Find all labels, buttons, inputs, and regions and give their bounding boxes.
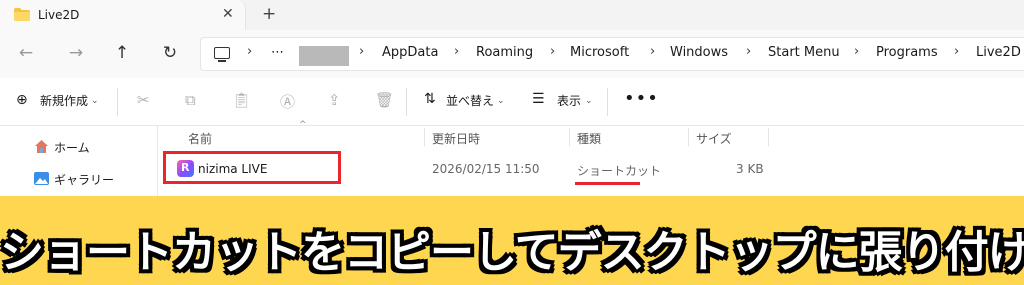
view-icon: ☰ bbox=[532, 91, 545, 107]
column-divider[interactable] bbox=[688, 128, 689, 146]
new-tab-button[interactable]: + bbox=[262, 4, 276, 24]
chevron-right-icon[interactable]: › bbox=[954, 44, 959, 59]
chevron-right-icon[interactable]: › bbox=[247, 44, 252, 59]
tab-live2d[interactable]: Live2D ✕ bbox=[0, 0, 246, 30]
instruction-banner: ショートカットをコピーしてデスクトップに張り付け bbox=[0, 196, 1024, 285]
folder-icon bbox=[14, 8, 30, 21]
tab-title: Live2D bbox=[38, 8, 80, 22]
breadcrumb-windows[interactable]: Windows bbox=[670, 45, 728, 60]
breadcrumb-appdata[interactable]: AppData bbox=[382, 45, 438, 60]
chevron-down-icon[interactable]: ⌄ bbox=[497, 96, 505, 106]
navigation-pane: ホーム ギャラリー bbox=[0, 126, 157, 196]
breadcrumb-programs[interactable]: Programs bbox=[876, 45, 938, 60]
sidebar-item-label: ホーム bbox=[54, 141, 90, 155]
file-date: 2026/02/15 11:50 bbox=[432, 162, 540, 176]
column-header-date[interactable]: 更新日時 bbox=[432, 130, 480, 147]
chevron-right-icon[interactable]: › bbox=[746, 44, 751, 59]
add-icon: ⊕ bbox=[16, 92, 28, 108]
gallery-icon bbox=[34, 172, 49, 185]
red-underline bbox=[575, 182, 640, 185]
column-header-size[interactable]: サイズ bbox=[696, 130, 732, 147]
file-size: 3 KB bbox=[736, 162, 764, 176]
divider bbox=[117, 88, 118, 116]
view-button[interactable]: 表示 bbox=[557, 92, 581, 109]
red-highlight-box bbox=[163, 151, 341, 184]
rename-icon[interactable]: Ⓐ bbox=[280, 91, 295, 112]
sidebar-item-label: ギャラリー bbox=[54, 173, 115, 187]
chevron-right-icon[interactable]: › bbox=[454, 44, 459, 59]
delete-icon[interactable]: 🗑︎ bbox=[375, 91, 394, 109]
up-icon[interactable]: ↑ bbox=[110, 41, 134, 65]
paste-icon[interactable]: 📋︎ bbox=[232, 91, 251, 109]
copy-icon[interactable]: ⧉ bbox=[185, 91, 196, 109]
sort-icon: ⇅ bbox=[424, 91, 436, 107]
chevron-right-icon[interactable]: › bbox=[550, 44, 555, 59]
divider bbox=[406, 88, 407, 116]
share-icon[interactable]: ⇪ bbox=[328, 91, 341, 109]
pane-divider bbox=[157, 126, 158, 196]
column-header-type[interactable]: 種類 bbox=[577, 130, 601, 147]
address-bar[interactable]: › ⋯ › AppData › Roaming › Microsoft › Wi… bbox=[200, 37, 1024, 71]
breadcrumb-microsoft[interactable]: Microsoft bbox=[570, 45, 629, 60]
banner-text: ショートカットをコピーしてデスクトップに張り付け bbox=[0, 227, 1024, 278]
refresh-icon[interactable]: ↻ bbox=[158, 41, 182, 65]
file-type: ショートカット bbox=[577, 164, 662, 178]
column-divider[interactable] bbox=[569, 128, 570, 146]
breadcrumb-start-menu[interactable]: Start Menu bbox=[768, 45, 840, 60]
chevron-down-icon[interactable]: ⌄ bbox=[585, 96, 593, 106]
tab-bar: Live2D ✕ + bbox=[0, 0, 1024, 30]
breadcrumb-roaming[interactable]: Roaming bbox=[476, 45, 533, 60]
chevron-right-icon[interactable]: › bbox=[359, 44, 364, 59]
computer-icon[interactable] bbox=[214, 47, 230, 62]
chevron-right-icon[interactable]: › bbox=[650, 44, 655, 59]
sort-ascending-icon: ^ bbox=[299, 120, 307, 130]
sort-button[interactable]: 並べ替え bbox=[446, 92, 494, 109]
redacted-breadcrumb bbox=[299, 46, 349, 66]
close-icon[interactable]: ✕ bbox=[222, 6, 234, 22]
cut-icon[interactable]: ✂ bbox=[137, 91, 150, 109]
navigation-bar: ← → ↑ ↻ › ⋯ › AppData › Roaming › Micros… bbox=[0, 30, 1024, 78]
chevron-right-icon[interactable]: › bbox=[854, 44, 859, 59]
breadcrumb-overflow[interactable]: ⋯ bbox=[271, 45, 284, 60]
column-divider[interactable] bbox=[424, 128, 425, 146]
back-icon[interactable]: ← bbox=[14, 41, 38, 65]
more-options-icon[interactable]: ••• bbox=[624, 88, 659, 109]
column-divider[interactable] bbox=[768, 128, 769, 146]
new-button[interactable]: 新規作成 bbox=[40, 92, 88, 109]
command-bar: ⊕ 新規作成 ⌄ ✂ ⧉ 📋︎ Ⓐ ⇪ 🗑︎ ⇅ 並べ替え ⌄ ☰ 表示 ⌄ •… bbox=[0, 78, 1024, 126]
breadcrumb-live2d[interactable]: Live2D bbox=[976, 45, 1021, 60]
forward-icon[interactable]: → bbox=[64, 41, 88, 65]
divider bbox=[607, 88, 608, 116]
home-icon bbox=[35, 140, 48, 153]
column-header-name[interactable]: 名前 bbox=[188, 130, 212, 147]
chevron-down-icon[interactable]: ⌄ bbox=[91, 96, 99, 106]
